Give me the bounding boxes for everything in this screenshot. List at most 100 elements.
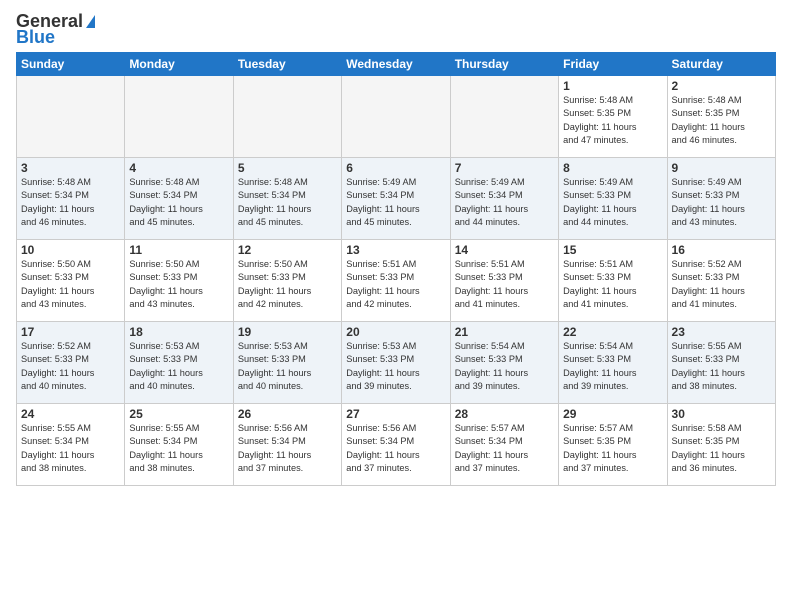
calendar-cell: 28Sunrise: 5:57 AM Sunset: 5:34 PM Dayli…: [450, 404, 558, 486]
calendar-cell: 20Sunrise: 5:53 AM Sunset: 5:33 PM Dayli…: [342, 322, 450, 404]
day-number: 6: [346, 161, 445, 175]
calendar-cell: 16Sunrise: 5:52 AM Sunset: 5:33 PM Dayli…: [667, 240, 775, 322]
day-number: 30: [672, 407, 771, 421]
day-number: 22: [563, 325, 662, 339]
day-info: Sunrise: 5:55 AM Sunset: 5:34 PM Dayligh…: [21, 422, 120, 475]
dow-header-friday: Friday: [559, 53, 667, 76]
calendar-cell: 3Sunrise: 5:48 AM Sunset: 5:34 PM Daylig…: [17, 158, 125, 240]
day-number: 11: [129, 243, 228, 257]
day-number: 29: [563, 407, 662, 421]
calendar-cell: 4Sunrise: 5:48 AM Sunset: 5:34 PM Daylig…: [125, 158, 233, 240]
calendar-cell: 15Sunrise: 5:51 AM Sunset: 5:33 PM Dayli…: [559, 240, 667, 322]
calendar-cell: 12Sunrise: 5:50 AM Sunset: 5:33 PM Dayli…: [233, 240, 341, 322]
calendar-cell: 14Sunrise: 5:51 AM Sunset: 5:33 PM Dayli…: [450, 240, 558, 322]
day-info: Sunrise: 5:57 AM Sunset: 5:35 PM Dayligh…: [563, 422, 662, 475]
day-info: Sunrise: 5:53 AM Sunset: 5:33 PM Dayligh…: [238, 340, 337, 393]
day-number: 1: [563, 79, 662, 93]
week-row-1: 3Sunrise: 5:48 AM Sunset: 5:34 PM Daylig…: [17, 158, 776, 240]
day-number: 13: [346, 243, 445, 257]
calendar-cell: 1Sunrise: 5:48 AM Sunset: 5:35 PM Daylig…: [559, 76, 667, 158]
day-info: Sunrise: 5:49 AM Sunset: 5:33 PM Dayligh…: [672, 176, 771, 229]
calendar-cell: [233, 76, 341, 158]
day-number: 23: [672, 325, 771, 339]
day-number: 20: [346, 325, 445, 339]
week-row-0: 1Sunrise: 5:48 AM Sunset: 5:35 PM Daylig…: [17, 76, 776, 158]
dow-header-monday: Monday: [125, 53, 233, 76]
calendar-cell: 18Sunrise: 5:53 AM Sunset: 5:33 PM Dayli…: [125, 322, 233, 404]
calendar-cell: 25Sunrise: 5:55 AM Sunset: 5:34 PM Dayli…: [125, 404, 233, 486]
day-info: Sunrise: 5:54 AM Sunset: 5:33 PM Dayligh…: [563, 340, 662, 393]
calendar-cell: [125, 76, 233, 158]
day-info: Sunrise: 5:48 AM Sunset: 5:34 PM Dayligh…: [129, 176, 228, 229]
dow-header-wednesday: Wednesday: [342, 53, 450, 76]
logo: General Blue: [16, 12, 95, 46]
day-number: 3: [21, 161, 120, 175]
calendar-cell: 22Sunrise: 5:54 AM Sunset: 5:33 PM Dayli…: [559, 322, 667, 404]
day-info: Sunrise: 5:50 AM Sunset: 5:33 PM Dayligh…: [238, 258, 337, 311]
dow-header-sunday: Sunday: [17, 53, 125, 76]
calendar-cell: 21Sunrise: 5:54 AM Sunset: 5:33 PM Dayli…: [450, 322, 558, 404]
calendar-cell: 10Sunrise: 5:50 AM Sunset: 5:33 PM Dayli…: [17, 240, 125, 322]
day-info: Sunrise: 5:48 AM Sunset: 5:34 PM Dayligh…: [21, 176, 120, 229]
calendar-cell: [450, 76, 558, 158]
calendar-cell: [342, 76, 450, 158]
day-info: Sunrise: 5:53 AM Sunset: 5:33 PM Dayligh…: [129, 340, 228, 393]
day-info: Sunrise: 5:54 AM Sunset: 5:33 PM Dayligh…: [455, 340, 554, 393]
day-number: 19: [238, 325, 337, 339]
week-row-4: 24Sunrise: 5:55 AM Sunset: 5:34 PM Dayli…: [17, 404, 776, 486]
calendar: SundayMondayTuesdayWednesdayThursdayFrid…: [16, 52, 776, 486]
day-info: Sunrise: 5:51 AM Sunset: 5:33 PM Dayligh…: [455, 258, 554, 311]
day-number: 17: [21, 325, 120, 339]
day-number: 15: [563, 243, 662, 257]
day-info: Sunrise: 5:49 AM Sunset: 5:34 PM Dayligh…: [455, 176, 554, 229]
calendar-cell: 9Sunrise: 5:49 AM Sunset: 5:33 PM Daylig…: [667, 158, 775, 240]
calendar-cell: [17, 76, 125, 158]
day-number: 14: [455, 243, 554, 257]
day-number: 5: [238, 161, 337, 175]
dow-header-tuesday: Tuesday: [233, 53, 341, 76]
calendar-cell: 8Sunrise: 5:49 AM Sunset: 5:33 PM Daylig…: [559, 158, 667, 240]
day-info: Sunrise: 5:48 AM Sunset: 5:35 PM Dayligh…: [672, 94, 771, 147]
logo-arrow: [86, 15, 95, 28]
day-number: 2: [672, 79, 771, 93]
day-number: 26: [238, 407, 337, 421]
day-info: Sunrise: 5:51 AM Sunset: 5:33 PM Dayligh…: [346, 258, 445, 311]
day-info: Sunrise: 5:58 AM Sunset: 5:35 PM Dayligh…: [672, 422, 771, 475]
day-number: 8: [563, 161, 662, 175]
calendar-cell: 5Sunrise: 5:48 AM Sunset: 5:34 PM Daylig…: [233, 158, 341, 240]
day-number: 4: [129, 161, 228, 175]
calendar-cell: 27Sunrise: 5:56 AM Sunset: 5:34 PM Dayli…: [342, 404, 450, 486]
calendar-cell: 26Sunrise: 5:56 AM Sunset: 5:34 PM Dayli…: [233, 404, 341, 486]
calendar-cell: 13Sunrise: 5:51 AM Sunset: 5:33 PM Dayli…: [342, 240, 450, 322]
page: General Blue SundayMondayTuesdayWednesda…: [0, 0, 792, 494]
day-info: Sunrise: 5:55 AM Sunset: 5:34 PM Dayligh…: [129, 422, 228, 475]
day-info: Sunrise: 5:52 AM Sunset: 5:33 PM Dayligh…: [21, 340, 120, 393]
header: General Blue: [16, 12, 776, 46]
day-info: Sunrise: 5:56 AM Sunset: 5:34 PM Dayligh…: [238, 422, 337, 475]
dow-header-saturday: Saturday: [667, 53, 775, 76]
calendar-cell: 19Sunrise: 5:53 AM Sunset: 5:33 PM Dayli…: [233, 322, 341, 404]
days-of-week-row: SundayMondayTuesdayWednesdayThursdayFrid…: [17, 53, 776, 76]
dow-header-thursday: Thursday: [450, 53, 558, 76]
day-number: 24: [21, 407, 120, 421]
calendar-cell: 17Sunrise: 5:52 AM Sunset: 5:33 PM Dayli…: [17, 322, 125, 404]
day-number: 21: [455, 325, 554, 339]
calendar-cell: 11Sunrise: 5:50 AM Sunset: 5:33 PM Dayli…: [125, 240, 233, 322]
calendar-body: 1Sunrise: 5:48 AM Sunset: 5:35 PM Daylig…: [17, 76, 776, 486]
day-info: Sunrise: 5:49 AM Sunset: 5:33 PM Dayligh…: [563, 176, 662, 229]
calendar-cell: 24Sunrise: 5:55 AM Sunset: 5:34 PM Dayli…: [17, 404, 125, 486]
day-info: Sunrise: 5:53 AM Sunset: 5:33 PM Dayligh…: [346, 340, 445, 393]
day-info: Sunrise: 5:48 AM Sunset: 5:34 PM Dayligh…: [238, 176, 337, 229]
day-number: 18: [129, 325, 228, 339]
day-info: Sunrise: 5:48 AM Sunset: 5:35 PM Dayligh…: [563, 94, 662, 147]
day-number: 25: [129, 407, 228, 421]
day-number: 12: [238, 243, 337, 257]
day-info: Sunrise: 5:56 AM Sunset: 5:34 PM Dayligh…: [346, 422, 445, 475]
calendar-cell: 2Sunrise: 5:48 AM Sunset: 5:35 PM Daylig…: [667, 76, 775, 158]
calendar-cell: 29Sunrise: 5:57 AM Sunset: 5:35 PM Dayli…: [559, 404, 667, 486]
logo-blue: Blue: [16, 28, 55, 46]
week-row-3: 17Sunrise: 5:52 AM Sunset: 5:33 PM Dayli…: [17, 322, 776, 404]
week-row-2: 10Sunrise: 5:50 AM Sunset: 5:33 PM Dayli…: [17, 240, 776, 322]
day-info: Sunrise: 5:49 AM Sunset: 5:34 PM Dayligh…: [346, 176, 445, 229]
day-info: Sunrise: 5:57 AM Sunset: 5:34 PM Dayligh…: [455, 422, 554, 475]
